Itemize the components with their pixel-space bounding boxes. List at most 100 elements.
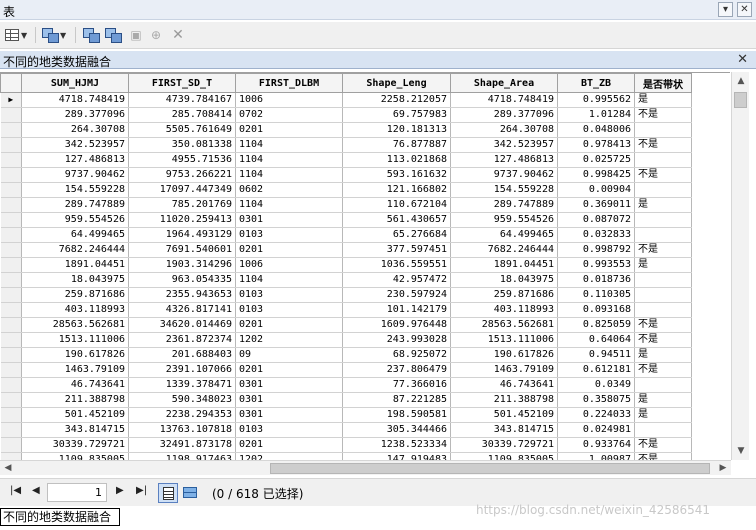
table-cell[interactable]	[634, 212, 692, 228]
table-cell[interactable]: 1202	[235, 452, 343, 460]
table-cell[interactable]: 0.224033	[557, 407, 635, 423]
table-cell[interactable]: 211.388798	[450, 392, 558, 408]
table-cell[interactable]: 不是	[634, 332, 692, 348]
table-cell[interactable]: 65.276684	[342, 227, 451, 243]
table-cell[interactable]: 1891.04451	[21, 257, 129, 273]
table-row[interactable]: 289.747889 785.201769 1104 110.672104 289.74…	[0, 197, 692, 213]
table-cell[interactable]: 121.166802	[342, 182, 451, 198]
clear-selection-button[interactable]: ▣	[128, 26, 144, 44]
table-cell[interactable]: 不是	[634, 452, 692, 460]
table-cell[interactable]: 190.617826	[450, 347, 558, 363]
table-cell[interactable]: 2238.294353	[128, 407, 236, 423]
table-cell[interactable]: 9737.90462	[21, 167, 129, 183]
pin-icon[interactable]: ▾	[718, 2, 733, 17]
row-selector[interactable]: ▶	[0, 92, 22, 108]
table-row[interactable]: 154.559228 17097.447349 0602 121.166802 154.…	[0, 182, 692, 198]
table-cell[interactable]: 2258.212057	[342, 92, 451, 108]
table-cell[interactable]: 343.814715	[450, 422, 558, 438]
table-cell[interactable]: 4718.748419	[450, 92, 558, 108]
table-cell[interactable]: 1036.559551	[342, 257, 451, 273]
table-cell[interactable]: 不是	[634, 242, 692, 258]
table-cell[interactable]: 30339.729721	[450, 437, 558, 453]
row-selector[interactable]	[0, 257, 22, 273]
table-cell[interactable]: 0.993553	[557, 257, 635, 273]
table-cell[interactable]: 1104	[235, 167, 343, 183]
table-row[interactable]: 18.043975 963.054335 1104 42.957472 18.04397…	[0, 272, 692, 288]
table-cell[interactable]: 230.597924	[342, 287, 451, 303]
table-cell[interactable]: 963.054335	[128, 272, 236, 288]
table-cell[interactable]: 是	[634, 92, 692, 108]
table-cell[interactable]: 403.118993	[450, 302, 558, 318]
table-cell[interactable]: 2391.107066	[128, 362, 236, 378]
table-cell[interactable]: 0.369011	[557, 197, 635, 213]
table-cell[interactable]: 不是	[634, 437, 692, 453]
table-row[interactable]: 211.388798 590.348023 0301 87.221285 211.388…	[0, 392, 692, 408]
table-row[interactable]: 1463.79109 2391.107066 0201 237.806479 1463.…	[0, 362, 692, 378]
row-selector[interactable]	[0, 302, 22, 318]
table-cell[interactable]: 342.523957	[21, 137, 129, 153]
table-cell[interactable]: 0.64064	[557, 332, 635, 348]
table-cell[interactable]: 1109.835005	[21, 452, 129, 460]
table-cell[interactable]: 不是	[634, 107, 692, 123]
table-cell[interactable]: 5505.761649	[128, 122, 236, 138]
table-cell[interactable]: 289.377096	[450, 107, 558, 123]
table-cell[interactable]: 289.377096	[21, 107, 129, 123]
table-row[interactable]: ▶ 4718.748419 4739.784167 1006 2258.212057 47…	[0, 92, 692, 108]
table-cell[interactable]: 18.043975	[21, 272, 129, 288]
table-cell[interactable]: 101.142179	[342, 302, 451, 318]
table-row[interactable]: 9737.90462 9753.266221 1104 593.161632 9737.…	[0, 167, 692, 183]
table-cell[interactable]: 32491.873178	[128, 437, 236, 453]
table-cell[interactable]: 0301	[235, 212, 343, 228]
table-cell[interactable]: 590.348023	[128, 392, 236, 408]
table-cell[interactable]: 1.01284	[557, 107, 635, 123]
row-selector[interactable]	[0, 407, 22, 423]
row-selector[interactable]	[0, 287, 22, 303]
table-cell[interactable]: 77.366016	[342, 377, 451, 393]
table-cell[interactable]: 4718.748419	[21, 92, 129, 108]
table-cell[interactable]	[634, 122, 692, 138]
table-cell[interactable]: 0.358075	[557, 392, 635, 408]
zoom-to-selected-button[interactable]: ⊕	[148, 26, 164, 44]
select-by-attributes-button[interactable]	[82, 26, 100, 44]
row-selector[interactable]	[0, 182, 22, 198]
column-header[interactable]: Shape_Leng	[342, 73, 451, 93]
table-cell[interactable]: 0.048006	[557, 122, 635, 138]
table-cell[interactable]: 0.018736	[557, 272, 635, 288]
table-cell[interactable]: 201.688403	[128, 347, 236, 363]
row-selector[interactable]	[0, 437, 22, 453]
row-selector[interactable]	[0, 317, 22, 333]
table-row[interactable]: 46.743641 1339.378471 0301 77.366016 46.7436…	[0, 377, 692, 393]
first-record-icon[interactable]: |◀	[10, 485, 21, 496]
table-cell[interactable]: 785.201769	[128, 197, 236, 213]
table-cell[interactable]: 198.590581	[342, 407, 451, 423]
table-cell[interactable]: 1104	[235, 272, 343, 288]
table-cell[interactable]: 264.30708	[21, 122, 129, 138]
table-cell[interactable]: 0201	[235, 122, 343, 138]
table-cell[interactable]: 34620.014469	[128, 317, 236, 333]
row-selector[interactable]	[0, 272, 22, 288]
previous-record-icon[interactable]: ◀	[32, 485, 40, 496]
table-cell[interactable]: 4739.784167	[128, 92, 236, 108]
vertical-scroll-thumb[interactable]	[734, 92, 747, 108]
row-selector[interactable]	[0, 137, 22, 153]
horizontal-scrollbar[interactable]: ◀ ▶	[0, 460, 731, 475]
table-cell[interactable]: 0.024981	[557, 422, 635, 438]
table-cell[interactable]: 0103	[235, 422, 343, 438]
table-cell[interactable]: 0702	[235, 107, 343, 123]
table-cell[interactable]: 0201	[235, 437, 343, 453]
table-cell[interactable]: 1513.111006	[450, 332, 558, 348]
table-cell[interactable]: 是	[634, 197, 692, 213]
table-cell[interactable]	[634, 272, 692, 288]
table-cell[interactable]: 不是	[634, 167, 692, 183]
table-cell[interactable]: 不是	[634, 317, 692, 333]
row-selector[interactable]	[0, 392, 22, 408]
table-cell[interactable]: 11020.259413	[128, 212, 236, 228]
table-cell[interactable]: 0.995562	[557, 92, 635, 108]
table-cell[interactable]: 1104	[235, 197, 343, 213]
row-selector[interactable]	[0, 212, 22, 228]
table-cell[interactable]: 959.554526	[450, 212, 558, 228]
table-row[interactable]: 7682.246444 7691.540601 0201 377.597451 7682…	[0, 242, 692, 258]
table-row[interactable]: 30339.729721 32491.873178 0201 1238.523334 3…	[0, 437, 692, 453]
table-cell[interactable]: 是	[634, 407, 692, 423]
table-row[interactable]: 1891.04451 1903.314296 1006 1036.559551 1891…	[0, 257, 692, 273]
